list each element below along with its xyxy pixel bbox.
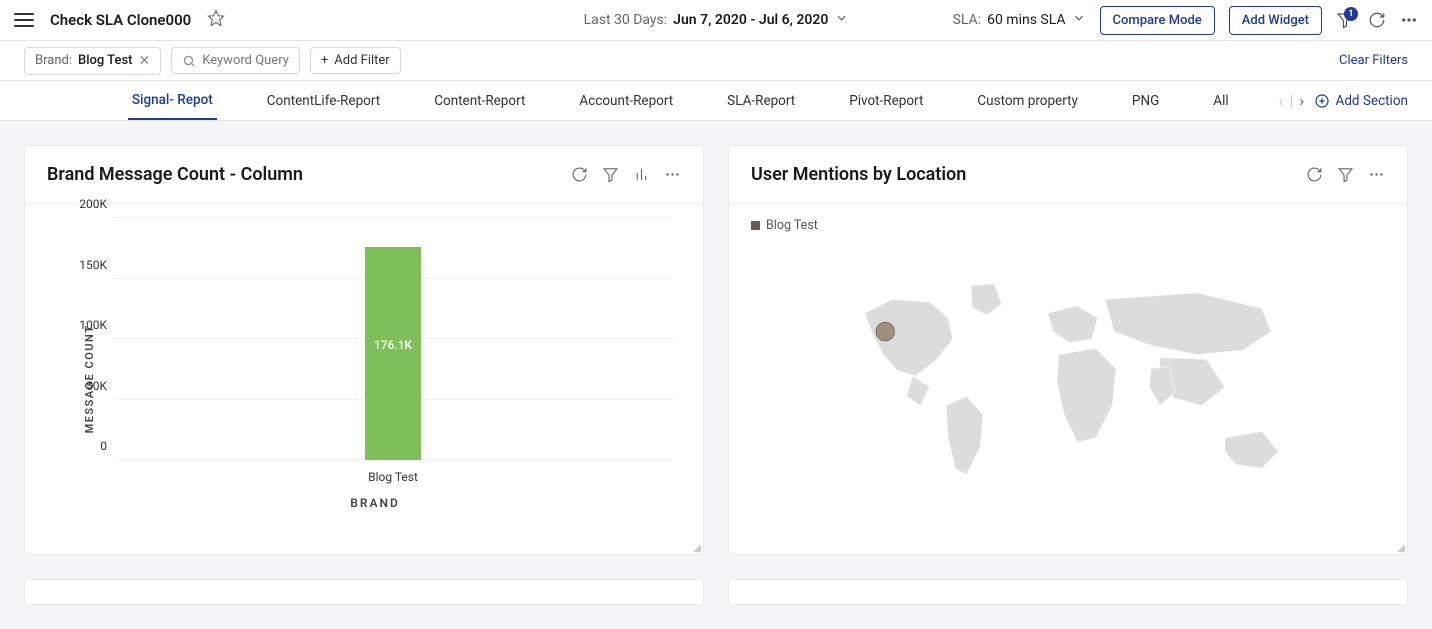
tab-custom-property[interactable]: Custom property — [973, 82, 1082, 119]
plus-icon: + — [321, 53, 328, 68]
more-icon[interactable] — [1400, 11, 1418, 29]
tab-png[interactable]: PNG — [1128, 82, 1163, 119]
filter-icon[interactable] — [602, 166, 619, 183]
resize-handle-icon[interactable] — [1395, 542, 1405, 552]
refresh-icon[interactable] — [1306, 166, 1323, 183]
filter-badge: 1 — [1344, 7, 1358, 21]
tab-account-report[interactable]: Account-Report — [575, 82, 677, 119]
add-widget-button[interactable]: Add Widget — [1229, 6, 1322, 35]
x-axis-title: BRAND — [77, 496, 673, 510]
tab-contentlife-report[interactable]: ContentLife-Report — [263, 82, 384, 119]
refresh-icon[interactable] — [571, 166, 588, 183]
refresh-icon[interactable] — [1368, 11, 1386, 29]
more-icon[interactable] — [664, 166, 681, 183]
widget-stub — [24, 579, 704, 605]
widget-user-mentions-location: User Mentions by Location Blog Test — [728, 145, 1408, 555]
tab-signal-report[interactable]: Signal- Repot — [128, 81, 217, 120]
search-icon — [182, 54, 196, 68]
legend-swatch — [751, 221, 760, 230]
chart-bar[interactable]: 176.1K — [365, 247, 421, 460]
tab-all[interactable]: All — [1209, 82, 1232, 119]
keyword-query-input[interactable]: Keyword Query — [171, 47, 300, 74]
filter-icon[interactable] — [1337, 166, 1354, 183]
compare-mode-button[interactable]: Compare Mode — [1100, 6, 1215, 35]
y-tick: 100K — [67, 318, 107, 332]
date-range-label: Last 30 Days: — [584, 12, 668, 28]
close-icon[interactable]: ✕ — [138, 53, 150, 69]
y-tick: 50K — [67, 379, 107, 393]
widgets-row-2 — [0, 579, 1432, 629]
widget-stub — [728, 579, 1408, 605]
widget-title: Brand Message Count - Column — [47, 164, 557, 185]
chevron-right-icon[interactable]: › — [1299, 91, 1304, 110]
keyword-query-placeholder: Keyword Query — [202, 53, 289, 68]
y-tick: 200K — [67, 197, 107, 211]
x-tick: Blog Test — [368, 470, 418, 484]
bar-value-label: 176.1K — [374, 338, 412, 352]
sla-value: 60 mins SLA — [987, 12, 1065, 28]
filter-chip-brand[interactable]: Brand: Blog Test ✕ — [24, 47, 161, 75]
filter-chip-label: Brand: — [35, 53, 72, 68]
y-tick: 0 — [67, 439, 107, 453]
tab-content-report[interactable]: Content-Report — [430, 82, 529, 119]
clear-filters-link[interactable]: Clear Filters — [1339, 53, 1408, 68]
filter-icon[interactable]: 1 — [1336, 11, 1354, 29]
legend-label: Blog Test — [766, 218, 818, 233]
add-section-button[interactable]: Add Section — [1314, 93, 1408, 109]
star-icon[interactable] — [207, 9, 225, 31]
resize-handle-icon[interactable] — [691, 542, 701, 552]
chevron-down-icon — [1072, 11, 1086, 29]
add-filter-button[interactable]: + Add Filter — [310, 47, 401, 74]
hamburger-menu-icon[interactable] — [14, 13, 34, 27]
widget-header: User Mentions by Location — [729, 146, 1407, 204]
chevron-left-icon[interactable]: ‹ — [1279, 91, 1284, 110]
y-tick: 150K — [67, 258, 107, 272]
tab-sla-report[interactable]: SLA-Report — [723, 82, 799, 119]
chevron-down-icon — [834, 11, 848, 29]
chart-plot-area: 0 50K 100K 150K 200K 176.1K Blog Test — [113, 218, 673, 460]
sla-selector[interactable]: SLA: 60 mins SLA — [953, 11, 1086, 29]
widget-brand-message-count: Brand Message Count - Column MESSAGE COU… — [24, 145, 704, 555]
more-icon[interactable] — [1368, 166, 1385, 183]
widgets-row: Brand Message Count - Column MESSAGE COU… — [0, 121, 1432, 579]
tab-scroll-arrows: ‹ | › — [1279, 91, 1305, 110]
filter-chip-value: Blog Test — [78, 53, 133, 68]
date-range-picker[interactable]: Last 30 Days: Jun 7, 2020 - Jul 6, 2020 — [584, 11, 849, 29]
chart-body: MESSAGE COUNT 0 50K 100K 150K 200K 176.1… — [25, 204, 703, 554]
page-title: Check SLA Clone000 — [50, 11, 191, 29]
world-map[interactable] — [729, 239, 1407, 554]
map-legend: Blog Test — [729, 204, 1407, 239]
sla-label: SLA: — [953, 12, 982, 28]
tabs-bar: Signal- Repot ContentLife-Report Content… — [0, 81, 1432, 121]
tab-pivot-report[interactable]: Pivot-Report — [845, 82, 927, 119]
date-range-value: Jun 7, 2020 - Jul 6, 2020 — [673, 12, 828, 28]
add-section-label: Add Section — [1336, 93, 1408, 109]
add-filter-label: Add Filter — [334, 53, 389, 68]
widget-header: Brand Message Count - Column — [25, 146, 703, 204]
chart-type-icon[interactable] — [633, 166, 650, 183]
filter-bar: Brand: Blog Test ✕ Keyword Query + Add F… — [0, 41, 1432, 81]
top-header: Check SLA Clone000 Last 30 Days: Jun 7, … — [0, 0, 1432, 41]
widget-title: User Mentions by Location — [751, 164, 1292, 185]
